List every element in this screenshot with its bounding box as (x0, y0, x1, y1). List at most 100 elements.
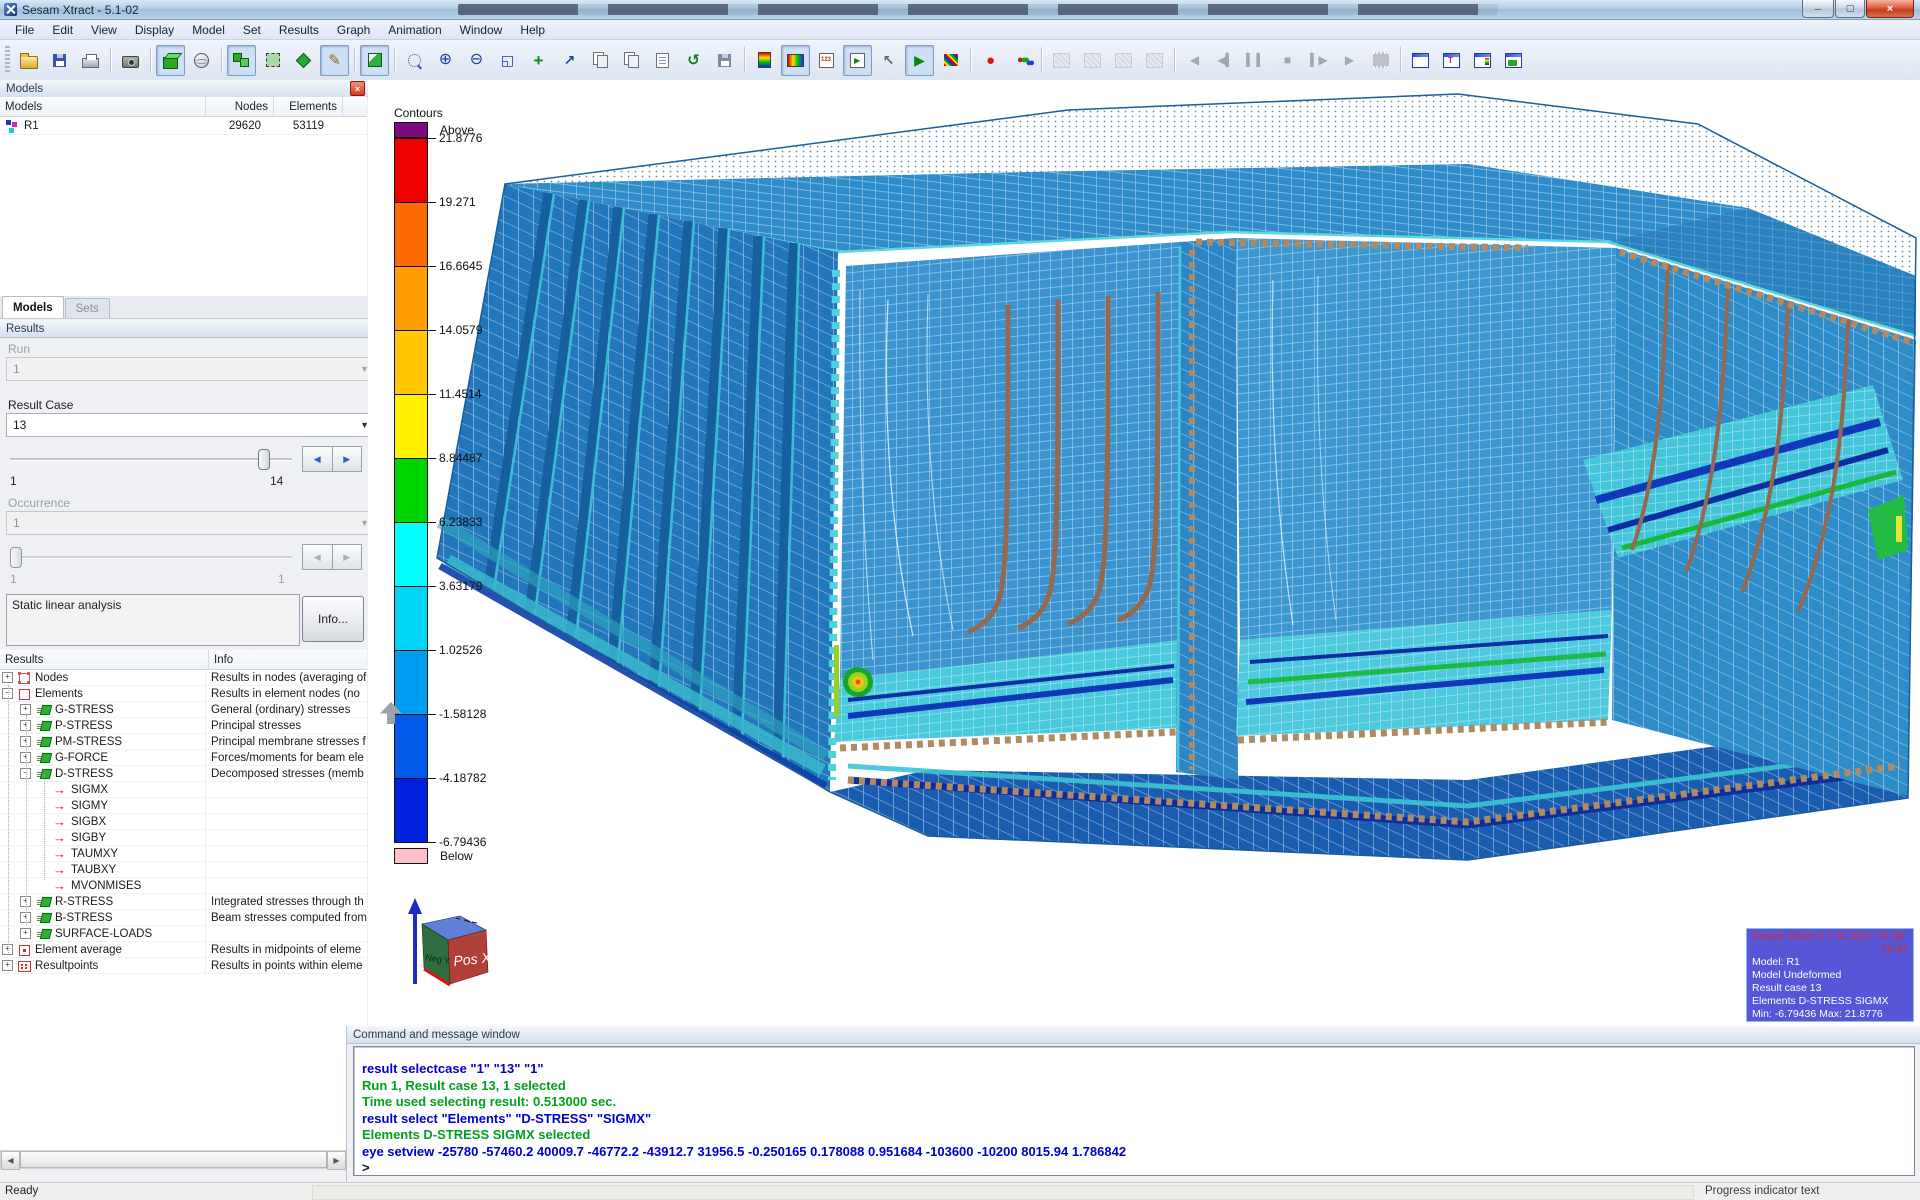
tree-row[interactable]: SIGMX (0, 782, 367, 798)
open-button[interactable] (14, 45, 43, 76)
tree-row[interactable]: TAUBXY (0, 862, 367, 878)
anim-pause-button[interactable] (1242, 45, 1271, 76)
shrink-elements-button[interactable] (289, 45, 318, 76)
tree-row[interactable]: + SURFACE-LOADS (0, 926, 367, 942)
save-image-button[interactable] (710, 45, 739, 76)
occ-next-button[interactable]: ▶ (332, 544, 362, 570)
menu-view[interactable]: View (82, 22, 126, 38)
restore-button[interactable]: ▢ (1835, 0, 1865, 18)
result-case-slider-thumb[interactable] (258, 449, 270, 470)
results-tree-col-info[interactable]: Info (209, 650, 367, 669)
zoom-in-button[interactable] (431, 45, 460, 76)
tree-row[interactable]: MVONMISES (0, 878, 367, 894)
expand-icon[interactable]: + (2, 960, 13, 971)
save-button[interactable] (45, 45, 74, 76)
info-button[interactable]: Info... (302, 596, 364, 642)
command-input-area[interactable]: result selectcase "1" "13" "1" Run 1, Res… (353, 1046, 1915, 1176)
fly-view-button[interactable] (555, 45, 584, 76)
zoom-window-button[interactable] (493, 45, 522, 76)
expand-icon[interactable]: + (20, 704, 31, 715)
print-button[interactable] (76, 45, 105, 76)
results-tree-col-results[interactable]: Results (0, 650, 209, 669)
film-frame-1-button[interactable] (1047, 45, 1076, 76)
menu-animation[interactable]: Animation (379, 22, 450, 38)
tree-row[interactable]: − D-STRESS Decomposed stresses (memb (0, 766, 367, 782)
show-diagram-button[interactable] (936, 45, 965, 76)
tree-row[interactable]: + G-FORCE Forces/moments for beam ele (0, 750, 367, 766)
show-values-button[interactable] (812, 45, 841, 76)
expand-icon[interactable]: + (2, 672, 13, 683)
mark-nodes-button[interactable] (976, 45, 1005, 76)
models-panel-close-button[interactable]: × (350, 81, 365, 96)
occurrence-slider-thumb[interactable] (10, 547, 22, 568)
scroll-right-icon[interactable]: ▶ (327, 1151, 346, 1170)
tree-row[interactable]: + Nodes Results in nodes (averaging of (0, 670, 367, 686)
expand-icon[interactable]: + (20, 928, 31, 939)
menu-edit[interactable]: Edit (43, 22, 82, 38)
anim-play-button[interactable] (1335, 45, 1364, 76)
scroll-left-icon[interactable]: ◀ (1, 1151, 20, 1170)
play-animation-button[interactable] (905, 44, 934, 76)
model-row[interactable]: R1 29620 53119 (0, 117, 367, 135)
menu-file[interactable]: File (6, 22, 43, 38)
anim-first-button[interactable] (1180, 45, 1209, 76)
occ-prev-button[interactable]: ◀ (302, 544, 333, 570)
anim-step-back-button[interactable] (1211, 45, 1240, 76)
models-column-header[interactable]: Models (0, 97, 206, 116)
tree-row[interactable]: + Element average Results in midpoints of … (0, 942, 367, 958)
menu-window[interactable]: Window (451, 22, 512, 38)
window-model-button[interactable] (1499, 45, 1528, 76)
tree-row[interactable]: + Resultpoints Results in points within el… (0, 958, 367, 974)
select-region-button[interactable] (258, 45, 287, 76)
snapshot-button[interactable] (116, 45, 145, 76)
shaded-view-button[interactable] (156, 44, 185, 76)
menu-set[interactable]: Set (234, 22, 270, 38)
tree-row[interactable]: + G-STRESS General (ordinary) stresses (0, 702, 367, 718)
tree-row[interactable]: SIGBY (0, 830, 367, 846)
window-command-button[interactable] (1406, 45, 1435, 76)
tree-row[interactable]: + P-STRESS Principal stresses (0, 718, 367, 734)
orientation-cube[interactable]: Pos X Neg Y (368, 884, 500, 1002)
fit-view-button[interactable] (617, 45, 646, 76)
film-frame-2-button[interactable] (1078, 45, 1107, 76)
menu-results[interactable]: Results (270, 22, 328, 38)
annotate-view-button[interactable] (648, 45, 677, 76)
show-legend-button[interactable] (750, 45, 779, 76)
nodes-column-header[interactable]: Nodes (206, 97, 274, 116)
result-case-combo[interactable]: 13 ▼ (6, 413, 376, 437)
film-frame-3-button[interactable] (1109, 45, 1138, 76)
show-contours-button[interactable] (781, 44, 810, 76)
run-combo[interactable]: 1 ▼ (6, 357, 376, 381)
tree-row[interactable]: TAUMXY (0, 846, 367, 862)
zoom-region-button[interactable] (400, 45, 429, 76)
menu-display[interactable]: Display (126, 22, 183, 38)
mark-colors-button[interactable] (1007, 45, 1036, 76)
film-frame-4-button[interactable] (1140, 45, 1169, 76)
minimize-button[interactable]: ─ (1802, 0, 1834, 18)
probe-result-button[interactable] (874, 45, 903, 76)
window-table-button[interactable] (1437, 45, 1466, 76)
tab-models[interactable]: Models (2, 296, 64, 318)
menu-help[interactable]: Help (511, 22, 554, 38)
pan-view-button[interactable] (586, 45, 615, 76)
element-view-button[interactable] (227, 44, 256, 76)
solid-view-button[interactable] (360, 44, 389, 76)
edit-mode-button[interactable] (320, 44, 349, 76)
tree-row[interactable]: + R-STRESS Integrated stresses through th (0, 894, 367, 910)
model-viewport[interactable]: Contours Above 21.8776 19.271 16.6645 14.05… (368, 80, 1920, 1026)
anim-stop-button[interactable] (1273, 45, 1302, 76)
fem-model-render[interactable] (368, 80, 1920, 1026)
anim-step-forward-button[interactable] (1304, 45, 1333, 76)
window-legend-button[interactable] (1468, 45, 1497, 76)
tree-row[interactable]: + PM-STRESS Principal membrane stresses f (0, 734, 367, 750)
reset-view-button[interactable] (679, 45, 708, 76)
case-next-button[interactable]: ▶ (332, 446, 362, 472)
occurrence-combo[interactable]: 1 ▼ (6, 511, 376, 535)
zoom-out-button[interactable] (462, 45, 491, 76)
anim-frames-button[interactable] (1366, 45, 1395, 76)
tree-row[interactable]: − Elements Results in element nodes (no (0, 686, 367, 702)
tree-row[interactable]: + B-STRESS Beam stresses computed from (0, 910, 367, 926)
tree-row[interactable]: SIGBX (0, 814, 367, 830)
elements-column-header[interactable]: Elements (274, 97, 343, 116)
result-case-slider[interactable] (6, 446, 296, 472)
